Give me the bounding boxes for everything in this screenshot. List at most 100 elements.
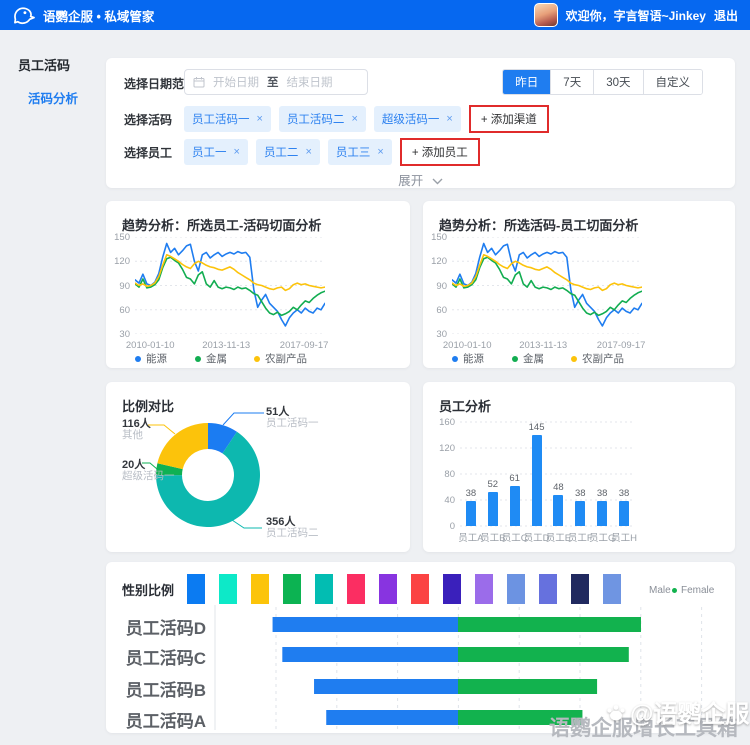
trend-chart-title: 趋势分析：所选员工-活码切面分析: [122, 215, 321, 234]
legend-dot: [195, 356, 201, 362]
legend-item-金属[interactable]: 金属: [195, 351, 227, 366]
legend-item-金属[interactable]: 金属: [512, 351, 544, 366]
bar-员工A: [466, 501, 476, 526]
tag-label: 员工一: [192, 144, 227, 160]
date-start-placeholder[interactable]: 开始日期: [213, 74, 259, 90]
legend-item-农副产品[interactable]: 农副产品: [571, 351, 624, 366]
main-content: 选择日期范围 开始日期 至 结束日期 昨日7天30天自定义 选择活码 员工活码一…: [106, 58, 735, 733]
bar-slot: 145: [526, 422, 548, 526]
bar-value-label: 38: [575, 488, 586, 499]
date-end-placeholder[interactable]: 结束日期: [287, 74, 333, 90]
welcome-text: 欢迎你，字言智语~Jinkey: [566, 7, 706, 24]
leader-line: [223, 413, 264, 425]
x-axis-tick: 2013-11-13: [519, 340, 567, 351]
pie-slice-name: 员工活码一: [266, 415, 319, 430]
tag-close-icon[interactable]: ×: [446, 113, 452, 125]
code-tag-list: 员工活码一 × 员工活码二 × 超级活码一 × + 添加渠道: [184, 105, 549, 133]
tag-label: 超级活码一: [382, 111, 440, 127]
bar-slot: 52: [482, 422, 504, 526]
legend-dot: [571, 356, 577, 362]
filter-tag[interactable]: 员工活码二 ×: [279, 106, 366, 132]
legend-label: 能源: [463, 351, 484, 366]
filter-tag[interactable]: 员工活码一 ×: [184, 106, 271, 132]
bar-slot: 38: [591, 422, 613, 526]
legend-item-能源[interactable]: 能源: [452, 351, 484, 366]
tag-close-icon[interactable]: ×: [234, 146, 240, 158]
bar-value-label: 48: [553, 482, 564, 493]
x-axis-tick: 2013-11-13: [202, 340, 250, 351]
range-button-昨日[interactable]: 昨日: [503, 70, 550, 94]
bar-value-label: 38: [597, 488, 608, 499]
tag-close-icon[interactable]: ×: [257, 113, 263, 125]
bar-plot-area: 38 52 61 145 48 38 38 38: [460, 422, 635, 526]
logout-link[interactable]: 退出: [714, 7, 738, 24]
bar-value-label: 38: [619, 488, 630, 499]
sidebar-section-title: 员工活码: [18, 55, 106, 74]
calendar-icon: [193, 76, 205, 88]
trend-plot-area: [135, 237, 325, 334]
y-axis-tick: 150: [108, 232, 130, 243]
range-button-7天[interactable]: 7天: [550, 70, 593, 94]
legend-label: 能源: [146, 351, 167, 366]
y-axis-tick: 120: [429, 443, 455, 454]
female-bar-员工活码D: [458, 617, 641, 632]
bar-value-label: 145: [529, 422, 545, 433]
legend-item-能源[interactable]: 能源: [135, 351, 167, 366]
tag-close-icon[interactable]: ×: [351, 113, 357, 125]
male-bar-员工活码C: [282, 647, 458, 662]
date-range-input[interactable]: 开始日期 至 结束日期: [184, 69, 368, 95]
y-axis-tick: 60: [108, 305, 130, 316]
y-axis-tick: 150: [425, 232, 447, 243]
range-button-自定义[interactable]: 自定义: [643, 70, 703, 94]
date-to-separator: 至: [267, 74, 279, 90]
add-staff-button[interactable]: + 添加员工: [402, 140, 478, 164]
code-select-label: 选择活码: [124, 111, 172, 128]
trend-chart-title: 趋势分析：所选活码-员工切面分析: [439, 215, 638, 234]
legend-dot: [452, 356, 458, 362]
filter-tag[interactable]: 超级活码一 ×: [374, 106, 461, 132]
tag-label: 员工二: [264, 144, 299, 160]
category-label-员工活码B: 员工活码B: [114, 676, 206, 701]
sidebar-item-code-analysis[interactable]: 活码分析: [18, 88, 106, 107]
donut-chart: [106, 382, 410, 552]
y-axis-tick: 120: [108, 256, 130, 267]
category-label-员工活码D: 员工活码D: [114, 614, 206, 639]
tag-close-icon[interactable]: ×: [305, 146, 311, 158]
trend-plot-area: [452, 237, 642, 334]
range-button-30天[interactable]: 30天: [593, 70, 642, 94]
bar-value-label: 61: [509, 473, 520, 484]
bar-slot: 48: [548, 422, 570, 526]
expand-toggle[interactable]: 展开: [106, 170, 735, 189]
female-bar-员工活码B: [458, 679, 597, 694]
filter-card: 选择日期范围 开始日期 至 结束日期 昨日7天30天自定义 选择活码 员工活码一…: [106, 58, 735, 188]
filter-tag[interactable]: 员工三 ×: [328, 139, 392, 165]
bar-员工D: [532, 435, 542, 526]
user-box: 欢迎你，字言智语~Jinkey 退出: [534, 3, 738, 27]
y-axis-tick: 80: [429, 469, 455, 480]
red-annotation-box: + 添加渠道: [469, 105, 549, 133]
brand: 语鹦企服 • 私域管家: [12, 5, 154, 26]
bar-员工C: [510, 486, 520, 526]
male-bar-员工活码D: [273, 617, 458, 632]
tag-close-icon[interactable]: ×: [377, 146, 383, 158]
legend-label: 金属: [206, 351, 227, 366]
y-axis-tick: 60: [425, 305, 447, 316]
legend-dot: [254, 356, 260, 362]
filter-tag[interactable]: 员工一 ×: [184, 139, 248, 165]
bar-员工E: [553, 495, 563, 526]
tag-label: 员工活码一: [192, 111, 250, 127]
add-channel-button[interactable]: + 添加渠道: [471, 107, 547, 131]
legend-item-农副产品[interactable]: 农副产品: [254, 351, 307, 366]
sidebar: 员工活码 活码分析: [0, 30, 106, 107]
staff-tag-list: 员工一 × 员工二 × 员工三 × + 添加员工: [184, 138, 480, 166]
donut-slice-其他: [157, 423, 208, 469]
tag-label: 员工三: [336, 144, 371, 160]
x-axis-tick: 2017-09-17: [597, 340, 646, 351]
leader-line: [148, 425, 175, 434]
filter-tag[interactable]: 员工二 ×: [256, 139, 320, 165]
bar-value-label: 38: [466, 488, 477, 499]
watermark-white-text: @语鹦企服: [630, 694, 749, 729]
top-bar: 语鹦企服 • 私域管家 欢迎你，字言智语~Jinkey 退出: [0, 0, 750, 30]
tag-label: 员工活码二: [287, 111, 345, 127]
bar-slot: 38: [613, 422, 635, 526]
